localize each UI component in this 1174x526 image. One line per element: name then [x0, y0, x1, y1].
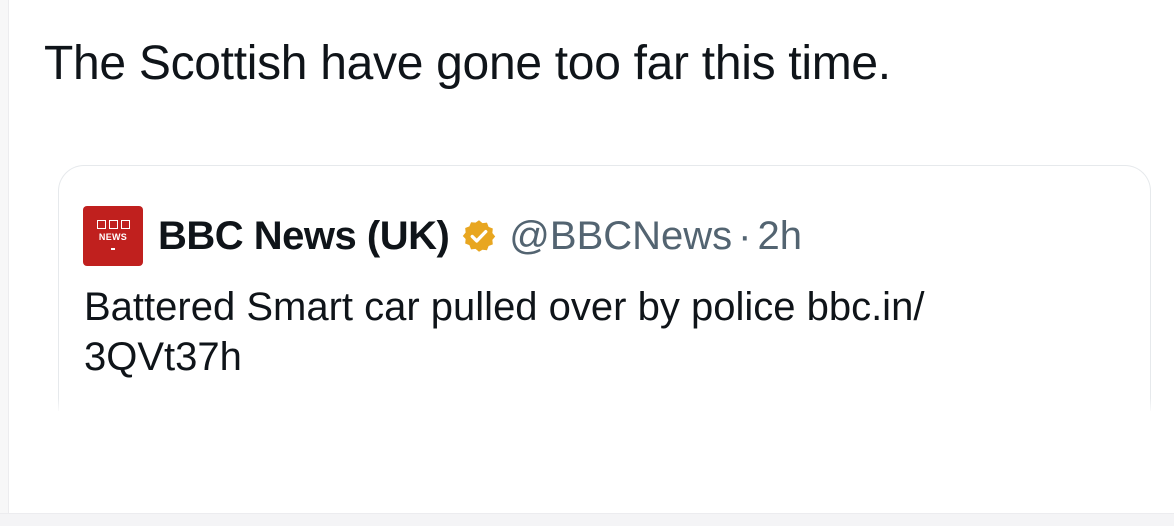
quoted-tweet-fade [58, 398, 1151, 414]
quoted-tweet-link-remainder[interactable]: 3QVt37h [84, 332, 1124, 382]
bbc-news-sublabel: NEWS [98, 232, 128, 242]
tweet-text: The Scottish have gone too far this time… [44, 37, 891, 90]
user-handle[interactable]: @BBCNews [509, 214, 732, 259]
left-edge-divider [0, 0, 9, 526]
bbc-block-c [121, 220, 130, 229]
timestamp[interactable]: 2h [758, 214, 803, 259]
bottom-edge-divider [0, 513, 1174, 526]
bbc-news-logo-icon[interactable]: NEWS [83, 206, 143, 266]
bbc-logo-dot [111, 248, 115, 250]
bbc-block-b1 [97, 220, 106, 229]
display-name[interactable]: BBC News (UK) [158, 214, 450, 259]
bbc-blocks [97, 220, 130, 229]
quoted-tweet-text-line1: Battered Smart car pulled over by police… [84, 285, 925, 329]
quoted-tweet-text: Battered Smart car pulled over by police… [84, 282, 1124, 382]
separator-dot: · [738, 213, 752, 258]
gold-verified-badge-icon [463, 220, 496, 252]
quoted-tweet-header: BBC News (UK) @BBCNews · 2h [158, 210, 802, 262]
bbc-block-b2 [109, 220, 118, 229]
